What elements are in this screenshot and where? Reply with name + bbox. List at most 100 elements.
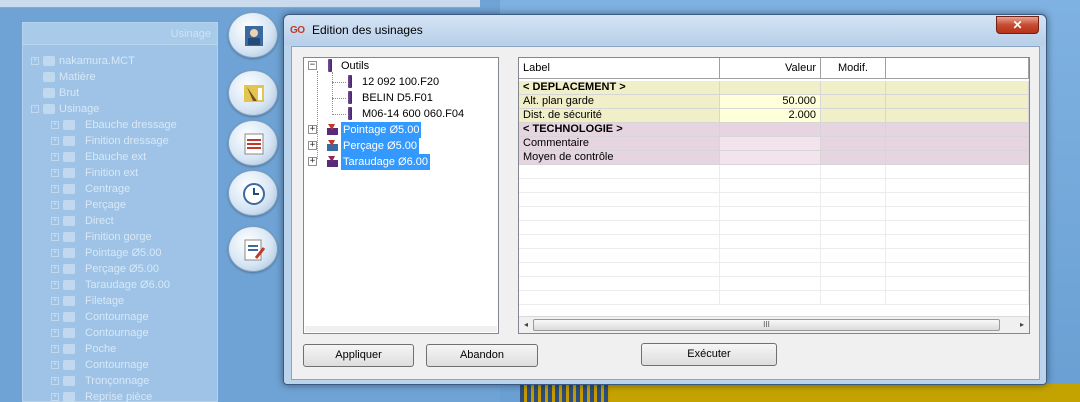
background-tree-label: Direct (85, 215, 114, 227)
cell-label[interactable]: Alt. plan garde (519, 95, 720, 109)
empty-cell (886, 291, 1029, 305)
scroll-right-icon[interactable]: ▸ (1017, 320, 1027, 330)
tree-item-label: Outils (341, 60, 370, 72)
background-tree-item: + Finition ext (23, 165, 217, 181)
cancel-button[interactable]: Abandon (426, 344, 538, 367)
background-tree-item: + Taraudage Ø6.00 (23, 277, 217, 293)
operation-icon (63, 200, 75, 210)
cell-value[interactable]: 50.000 (720, 95, 821, 109)
tool-icon (348, 107, 352, 120)
scroll-left-icon[interactable]: ◂ (521, 320, 531, 330)
background-tree-label: Perçage Ø5.00 (85, 263, 159, 275)
cell-label[interactable]: Moyen de contrôle (519, 151, 720, 165)
expand-icon: + (51, 137, 59, 145)
background-tree-item: + Contournage (23, 357, 217, 373)
side-button-clock[interactable] (228, 170, 278, 216)
cell-modif[interactable] (821, 95, 886, 109)
tool-icon (348, 75, 352, 88)
background-tree-label: Finition dressage (85, 135, 169, 147)
cell-modif[interactable] (821, 109, 886, 123)
background-tree-label: Centrage (85, 183, 131, 195)
side-button-program-list[interactable] (228, 120, 278, 166)
expand-icon: + (51, 249, 59, 257)
empty-cell (519, 193, 720, 207)
background-tree-item: + Centrage (23, 181, 217, 197)
grid-empty-row (519, 263, 1029, 277)
background-viewport-pattern (520, 384, 610, 402)
cell-modif[interactable] (821, 151, 886, 165)
background-tree-item: + Poche (23, 341, 217, 357)
expand-icon: + (51, 393, 59, 401)
background-tree-item: + Contournage (23, 309, 217, 325)
grid-row[interactable]: Moyen de contrôle (519, 151, 1029, 165)
operation-icon (326, 123, 340, 136)
grid-empty-row (519, 291, 1029, 305)
expand-icon: + (51, 217, 59, 225)
empty-cell (720, 207, 821, 221)
expand-icon[interactable]: + (308, 125, 317, 134)
tree-connector (332, 72, 333, 112)
side-button-edit-doc[interactable] (228, 226, 278, 272)
cell-label[interactable]: < TECHNOLOGIE > (519, 123, 720, 137)
cell-modif[interactable] (821, 123, 886, 137)
expand-icon[interactable]: + (308, 157, 317, 166)
execute-button[interactable]: Exécuter (641, 343, 777, 366)
horizontal-scrollbar[interactable]: ◂ III ▸ (519, 316, 1029, 333)
operation-icon (63, 264, 75, 274)
background-tree-label: Contournage (85, 311, 149, 323)
empty-cell (519, 179, 720, 193)
grid-row[interactable]: < TECHNOLOGIE > (519, 123, 1029, 137)
column-header-modif[interactable]: Modif. (821, 58, 886, 78)
cell-label[interactable]: < DEPLACEMENT > (519, 81, 720, 95)
operation-icon (326, 139, 340, 152)
tree-connector (332, 98, 346, 99)
empty-cell (821, 165, 886, 179)
dialog-titlebar[interactable]: GO Edition des usinages ✕ (284, 15, 1046, 45)
operation-icon (63, 328, 75, 338)
background-tree-item: + Perçage Ø5.00 (23, 261, 217, 277)
empty-cell (886, 235, 1029, 249)
cell-value[interactable] (720, 81, 821, 95)
side-button-operator[interactable] (228, 12, 278, 58)
dialog-client: − Outils 12 092 100.F20 BELIN D5.F01 M06-1… (291, 46, 1040, 380)
cell-modif[interactable] (821, 81, 886, 95)
background-tree-label: Perçage (85, 199, 126, 211)
grid-empty-row (519, 207, 1029, 221)
background-tree-label: Tronçonnage (85, 375, 150, 387)
dialog-title: Edition des usinages (312, 23, 423, 37)
operation-icon (63, 312, 75, 322)
side-button-tool[interactable] (228, 70, 278, 116)
cell-value[interactable]: 2.000 (720, 109, 821, 123)
empty-cell (720, 235, 821, 249)
column-header-label[interactable]: Label (519, 58, 720, 78)
cell-empty (886, 109, 1029, 123)
collapse-icon: - (31, 105, 39, 113)
operations-tree[interactable]: − Outils 12 092 100.F20 BELIN D5.F01 M06-1… (303, 57, 499, 334)
expand-icon[interactable]: + (308, 141, 317, 150)
cell-label[interactable]: Commentaire (519, 137, 720, 151)
background-tree-label: nakamura.MCT (59, 55, 135, 67)
cell-value[interactable] (720, 123, 821, 137)
grid-empty-row (519, 249, 1029, 263)
scroll-thumb[interactable]: III (533, 319, 1000, 331)
close-button[interactable]: ✕ (996, 16, 1039, 34)
apply-button[interactable]: Appliquer (303, 344, 414, 367)
operation-icon (63, 376, 75, 386)
operation-icon (63, 232, 75, 242)
cell-modif[interactable] (821, 137, 886, 151)
grid-row[interactable]: Commentaire (519, 137, 1029, 151)
grid-row[interactable]: Dist. de sécurité 2.000 (519, 109, 1029, 123)
cell-value[interactable] (720, 137, 821, 151)
tree-item-label: Perçage Ø5.00 (341, 138, 419, 154)
empty-cell (886, 249, 1029, 263)
column-header-value[interactable]: Valeur (720, 58, 821, 78)
cell-value[interactable] (720, 151, 821, 165)
collapse-icon[interactable]: − (308, 61, 317, 70)
operation-icon (63, 136, 75, 146)
grid-row[interactable]: Alt. plan garde 50.000 (519, 95, 1029, 109)
background-tree-label: Finition gorge (85, 231, 152, 243)
cell-label[interactable]: Dist. de sécurité (519, 109, 720, 123)
grid-empty-row (519, 221, 1029, 235)
grid-row[interactable]: < DEPLACEMENT > (519, 81, 1029, 95)
parameters-grid[interactable]: Label Valeur Modif. < DEPLACEMENT > Alt. … (518, 57, 1030, 334)
